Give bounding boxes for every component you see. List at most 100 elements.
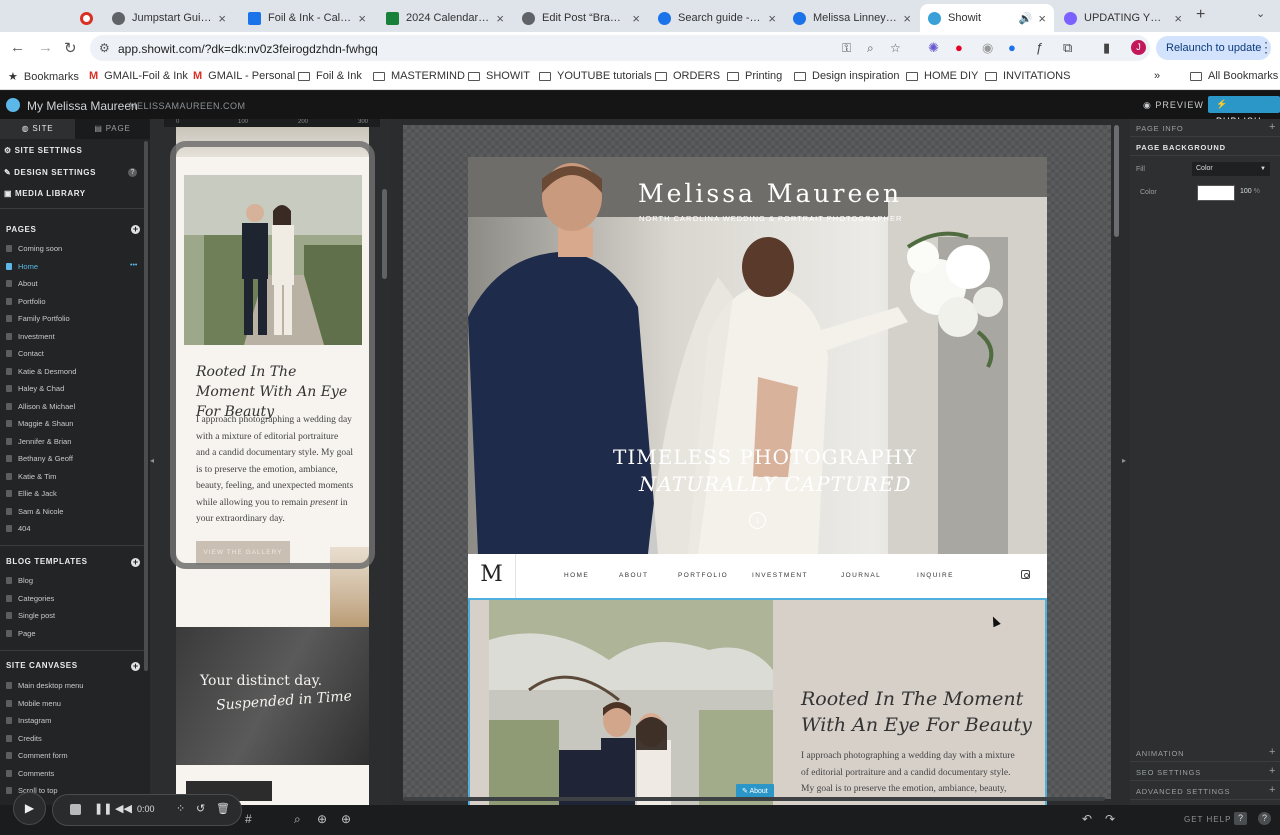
profile-avatar[interactable]: J	[1131, 40, 1146, 55]
left-panel-scrollbar[interactable]	[144, 141, 148, 671]
rewind-icon[interactable]: ◀◀	[115, 802, 132, 815]
camera-icon[interactable]: ◉	[982, 40, 993, 56]
hero-section[interactable]: Melissa Maureen NORTH CAROLINA WEDDING &…	[468, 157, 1047, 554]
grid-icon[interactable]: ⁘	[176, 802, 185, 815]
pinterest-icon[interactable]: ●	[955, 40, 963, 55]
list-item[interactable]: Family Portfolio	[6, 314, 70, 323]
close-icon[interactable]: ×	[1038, 11, 1046, 26]
nav-journal[interactable]: JOURNAL	[841, 572, 881, 579]
bookmark-orders[interactable]: ORDERS	[655, 70, 720, 82]
list-item[interactable]: Credits	[6, 734, 42, 743]
site-settings-item[interactable]: ⚙ SITE SETTINGS	[4, 146, 150, 155]
fill-select[interactable]: Color	[1192, 162, 1270, 176]
tagline-line-2[interactable]: NATURALLY CAPTURED	[639, 472, 911, 496]
list-item[interactable]: Katie & Tim	[6, 472, 56, 481]
canvas-horizontal-scrollbar[interactable]	[403, 797, 1105, 801]
tab-search-guide[interactable]: Search guide - Can ×	[650, 4, 784, 32]
bookmark-all-bookmarks[interactable]: All Bookmarks	[1190, 70, 1278, 82]
relaunch-button[interactable]: Relaunch to update	[1156, 36, 1272, 60]
canvas-vertical-scrollbar[interactable]	[1114, 125, 1119, 237]
list-item[interactable]: Comments	[6, 769, 54, 778]
list-item[interactable]: Sam & Nicole	[6, 507, 63, 516]
page-background-section[interactable]: PAGE BACKGROUND	[1130, 138, 1280, 156]
more-options-icon[interactable]: •••	[130, 262, 137, 269]
help-icon[interactable]: ?	[1234, 812, 1247, 825]
animation-section[interactable]: ANIMATION +	[1130, 744, 1280, 762]
tab-page[interactable]: ▤ PAGE	[75, 119, 150, 139]
list-item[interactable]: Blog	[6, 576, 33, 585]
site-nav[interactable]: M HOME ABOUT PORTFOLIO INVESTMENT JOURNA…	[468, 554, 1047, 598]
bookmark-foil-ink[interactable]: Foil & Ink	[298, 70, 362, 82]
brand-subtitle[interactable]: NORTH CAROLINA WEDDING & PORTRAIT PHOTOG…	[639, 214, 902, 223]
grid-toggle-icon[interactable]: #	[245, 812, 252, 826]
close-icon[interactable]: ×	[903, 11, 911, 26]
tab-foil-ink-calendar[interactable]: Foil & Ink - Calenda ×	[240, 4, 374, 32]
list-item[interactable]: Contact	[6, 349, 44, 358]
bookmark-gmail-personal[interactable]: M GMAIL - Personal	[193, 70, 295, 82]
pause-icon[interactable]: ❚❚	[94, 802, 112, 815]
list-item[interactable]: Mobile menu	[6, 699, 61, 708]
preview-button[interactable]: ◉ PREVIEW	[1143, 100, 1204, 111]
reload-icon[interactable]: ↻	[64, 39, 77, 57]
font-finder-icon[interactable]: ƒ	[1036, 40, 1043, 55]
nav-home[interactable]: HOME	[564, 572, 589, 579]
more-menu-icon[interactable]: ⋮	[1259, 39, 1273, 56]
mobile-scrollbar[interactable]	[382, 189, 387, 279]
opacity-input[interactable]: 100 %	[1240, 188, 1260, 195]
camera-icon[interactable]: ▶	[13, 792, 46, 825]
bookmark-home-diy[interactable]: HOME DIY	[906, 70, 978, 82]
mobile-dark-section[interactable]: Your distinct day. Suspended in Time	[176, 627, 369, 765]
bookmark-bookmarks[interactable]: ★ Bookmarks	[8, 70, 79, 84]
expand-icon[interactable]: +	[1269, 765, 1275, 777]
list-item[interactable]: Ellie & Jack	[6, 489, 57, 498]
extension-gear-icon[interactable]: ✺	[928, 40, 939, 56]
trash-icon[interactable]: 🗑	[216, 802, 230, 815]
showit-logo-icon[interactable]	[6, 98, 20, 112]
tab-edit-post[interactable]: Edit Post “Brad & J ×	[514, 4, 648, 32]
close-icon[interactable]: ×	[1174, 11, 1182, 26]
list-item[interactable]: Katie & Desmond	[6, 367, 76, 376]
list-item[interactable]: Coming soon	[6, 244, 62, 253]
restart-icon[interactable]: ↺	[196, 802, 205, 815]
expand-icon[interactable]: +	[1269, 746, 1275, 758]
add-canvas-icon[interactable]: +	[131, 662, 140, 671]
add-page-icon[interactable]: +	[131, 225, 140, 234]
new-tab-icon[interactable]: +	[1196, 6, 1205, 24]
bookmark-youtube-tutorials[interactable]: YOUTUBE tutorials	[539, 70, 652, 82]
nav-logo[interactable]: M	[468, 554, 516, 598]
list-item[interactable]: Maggie & Shaun	[6, 419, 73, 428]
get-help-link[interactable]: GET HELP	[1184, 815, 1231, 824]
speaker-icon[interactable]: 🔊	[1019, 12, 1033, 25]
close-icon[interactable]: ×	[358, 11, 366, 26]
tab-site[interactable]: ◍ SITE	[0, 119, 75, 139]
bookmarks-overflow-icon[interactable]: »	[1154, 70, 1160, 82]
expand-icon[interactable]: +	[1269, 784, 1275, 796]
bookmark-printing[interactable]: Printing	[727, 70, 782, 82]
list-item[interactable]: Home •••	[6, 262, 137, 271]
list-item[interactable]: Single post	[6, 611, 55, 620]
instagram-icon[interactable]	[1021, 570, 1030, 579]
zoom-fit-icon[interactable]: ⌕	[294, 812, 301, 827]
back-icon[interactable]: ←	[10, 39, 25, 56]
extension-blue-icon[interactable]: ●	[1008, 40, 1016, 55]
color-swatch[interactable]	[1197, 185, 1235, 201]
bookmark-showit[interactable]: SHOWIT	[468, 70, 530, 82]
bookmark-invitations[interactable]: INVITATIONS	[985, 70, 1070, 82]
list-item[interactable]: About	[6, 279, 38, 288]
about-couple-photo[interactable]	[489, 600, 773, 805]
list-item[interactable]: Bethany & Geoff	[6, 454, 73, 463]
tab-updating-your[interactable]: UPDATING YOUR ×	[1056, 4, 1190, 32]
about-section[interactable]: Rooted In The Moment With An Eye For Bea…	[468, 598, 1047, 805]
tab-recording[interactable]	[72, 4, 102, 32]
zoom-icon[interactable]: ⌕	[867, 41, 874, 56]
publish-button[interactable]: ⚡ PUBLISH	[1208, 96, 1280, 126]
list-item[interactable]: Investment	[6, 332, 55, 341]
forward-icon[interactable]: →	[38, 39, 53, 56]
bookmark-mastermind[interactable]: MASTERMIND	[373, 70, 465, 82]
list-item[interactable]: Instagram	[6, 716, 51, 725]
seo-settings-section[interactable]: SEO SETTINGS +	[1130, 763, 1280, 781]
bookmark-design-inspiration[interactable]: Design inspiration	[794, 70, 899, 82]
list-item[interactable]: Page	[6, 629, 36, 638]
redo-icon[interactable]: ↷	[1105, 812, 1115, 826]
project-name[interactable]: My Melissa Maureen	[27, 99, 138, 113]
